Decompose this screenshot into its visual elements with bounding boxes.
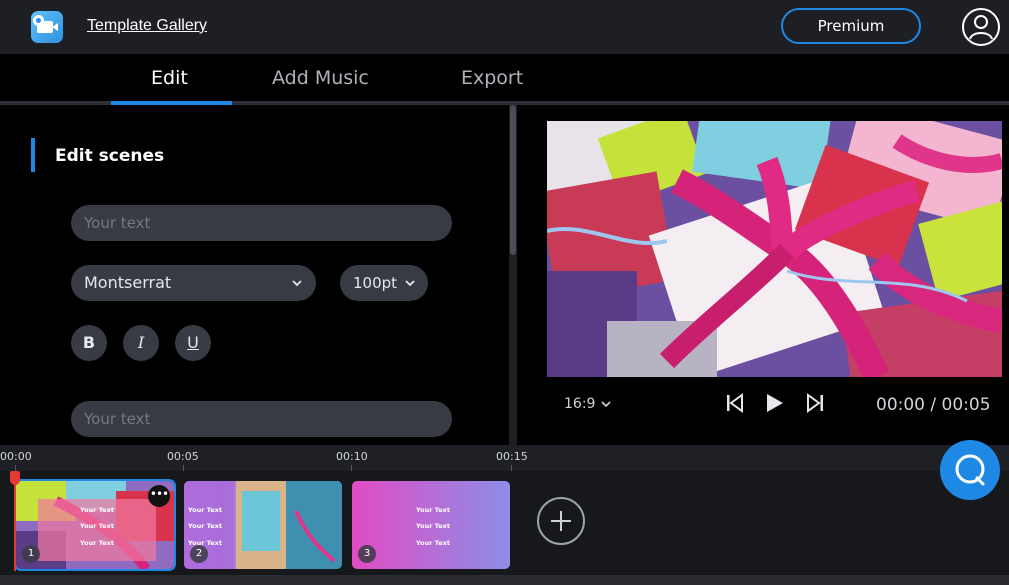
- clip-text: Your Text: [188, 522, 222, 530]
- clip-number-badge: 1: [22, 545, 40, 563]
- chat-bubble-icon: [955, 454, 985, 486]
- scene-text-input-1[interactable]: [71, 205, 452, 241]
- bold-button[interactable]: B: [71, 325, 107, 361]
- video-preview-area: 16:9 00:00 / 00:05: [517, 105, 1009, 445]
- scene-text-input-2[interactable]: [71, 401, 452, 437]
- chevron-down-icon: [292, 280, 302, 287]
- playhead-handle[interactable]: [10, 471, 20, 485]
- gift-boxes-image: [547, 121, 1002, 377]
- font-size-select[interactable]: 100pt: [340, 265, 428, 301]
- template-gallery-link[interactable]: Template Gallery: [87, 17, 207, 35]
- clip-number-badge: 2: [190, 545, 208, 563]
- tab-export[interactable]: Export: [461, 67, 523, 89]
- clip-number-badge: 3: [358, 545, 376, 563]
- tick-label: 00:00: [0, 450, 32, 463]
- clip-text: Your Text: [416, 522, 450, 530]
- skip-back-icon[interactable]: [724, 392, 746, 414]
- playhead[interactable]: [14, 471, 16, 571]
- scene-clip-2[interactable]: Your Text Your Text Your Text 2: [184, 481, 342, 569]
- panel-scrollbar[interactable]: [509, 105, 517, 445]
- timeline-ruler[interactable]: 00:00 00:05 00:10 00:15: [0, 445, 1009, 471]
- video-preview[interactable]: [547, 121, 1002, 377]
- tick-label: 00:10: [336, 450, 368, 463]
- section-accent-bar: [31, 138, 35, 172]
- clip-text: Your Text: [80, 522, 114, 530]
- clip-text: Your Text: [188, 506, 222, 514]
- clip-text: Your Text: [416, 506, 450, 514]
- chevron-down-icon: [405, 280, 415, 287]
- play-icon[interactable]: [763, 392, 785, 414]
- clip-text: Your Text: [80, 539, 114, 547]
- tick-label: 00:05: [167, 450, 199, 463]
- clip-text: Your Text: [416, 539, 450, 547]
- font-size-value: 100pt: [353, 274, 398, 292]
- premium-button[interactable]: Premium: [781, 8, 921, 44]
- main-tabs: Edit Add Music Export: [0, 54, 1009, 104]
- tab-add-music[interactable]: Add Music: [272, 67, 369, 89]
- underline-button[interactable]: U: [175, 325, 211, 361]
- tab-edit[interactable]: Edit: [151, 67, 188, 89]
- font-select[interactable]: Montserrat: [71, 265, 316, 301]
- user-avatar-icon[interactable]: [961, 7, 1001, 47]
- time-readout: 00:00 / 00:05: [876, 395, 991, 415]
- scene-clip-1[interactable]: Your Text Your Text Your Text ••• 1: [14, 479, 176, 571]
- timeline: 00:00 00:05 00:10 00:15 Your Text Your T…: [0, 445, 1009, 585]
- chat-support-button[interactable]: [940, 440, 1000, 500]
- add-scene-button[interactable]: [537, 497, 585, 545]
- skip-forward-icon[interactable]: [804, 392, 826, 414]
- clip-more-button[interactable]: •••: [148, 485, 170, 507]
- chevron-down-icon[interactable]: [600, 398, 612, 410]
- app-logo-icon[interactable]: [31, 11, 63, 43]
- timeline-scrollbar[interactable]: [0, 575, 1009, 585]
- section-title: Edit scenes: [55, 146, 165, 166]
- italic-button[interactable]: I: [123, 325, 159, 361]
- app-header: Template Gallery Premium: [0, 0, 1009, 54]
- scene-clip-3[interactable]: Your Text Your Text Your Text 3: [352, 481, 510, 569]
- edit-scenes-panel: Edit scenes Montserrat 100pt B I U: [0, 105, 509, 445]
- tick-label: 00:15: [496, 450, 528, 463]
- font-select-value: Montserrat: [84, 273, 172, 292]
- aspect-ratio-select[interactable]: 16:9: [564, 396, 595, 412]
- panel-scroll-thumb[interactable]: [510, 105, 516, 255]
- clip-text: Your Text: [80, 506, 114, 514]
